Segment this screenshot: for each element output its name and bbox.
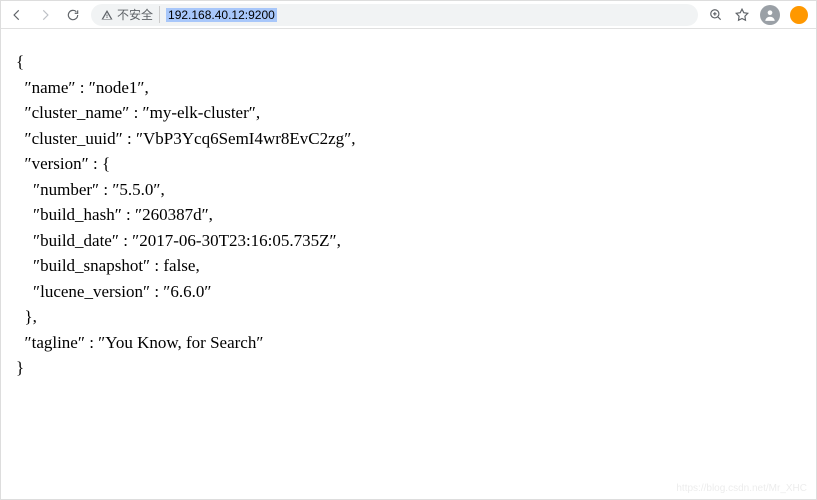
json-key: version: [32, 154, 82, 173]
arrow-right-icon: [38, 8, 52, 22]
notification-badge[interactable]: [790, 6, 808, 24]
json-key: tagline: [32, 333, 78, 352]
reload-button[interactable]: [65, 7, 81, 23]
json-value: node1: [96, 78, 138, 97]
address-bar[interactable]: 不安全 192.168.40.12:9200: [91, 4, 698, 26]
json-value: 2017-06-30T23:16:05.735Z: [139, 231, 329, 250]
json-key: cluster_uuid: [32, 129, 116, 148]
json-value: false: [163, 256, 195, 275]
json-key: build_date: [40, 231, 112, 250]
url-text: 192.168.40.12:9200: [166, 8, 277, 22]
back-button[interactable]: [9, 7, 25, 23]
arrow-left-icon: [10, 8, 24, 22]
json-key: name: [32, 78, 69, 97]
warning-icon: [101, 9, 113, 21]
security-indicator[interactable]: 不安全: [101, 6, 160, 23]
zoom-button[interactable]: [708, 7, 724, 23]
security-label: 不安全: [117, 6, 153, 23]
json-value: 260387d: [142, 205, 202, 224]
browser-toolbar: 不安全 192.168.40.12:9200: [1, 1, 816, 29]
forward-button[interactable]: [37, 7, 53, 23]
reload-icon: [66, 8, 80, 22]
star-icon: [735, 8, 749, 22]
bookmark-button[interactable]: [734, 7, 750, 23]
json-key: build_hash: [40, 205, 115, 224]
json-key: lucene_version: [40, 282, 143, 301]
json-value: VbP3Ycq6SemI4wr8EvC2zg: [143, 129, 344, 148]
json-key: number: [40, 180, 92, 199]
json-value: You Know, for Search: [105, 333, 256, 352]
json-value: 6.6.0: [170, 282, 204, 301]
response-body: { ″name″ : ″node1″, ″cluster_name″ : ″my…: [1, 29, 816, 401]
toolbar-right: [708, 5, 808, 25]
json-value: my-elk-cluster: [150, 103, 249, 122]
json-key: build_snapshot: [40, 256, 143, 275]
watermark: https://blog.csdn.net/Mr_XHC: [676, 483, 807, 494]
profile-avatar[interactable]: [760, 5, 780, 25]
nav-buttons: [9, 7, 81, 23]
zoom-icon: [709, 8, 723, 22]
json-value: 5.5.0: [119, 180, 153, 199]
json-key: cluster_name: [32, 103, 123, 122]
person-icon: [763, 8, 777, 22]
